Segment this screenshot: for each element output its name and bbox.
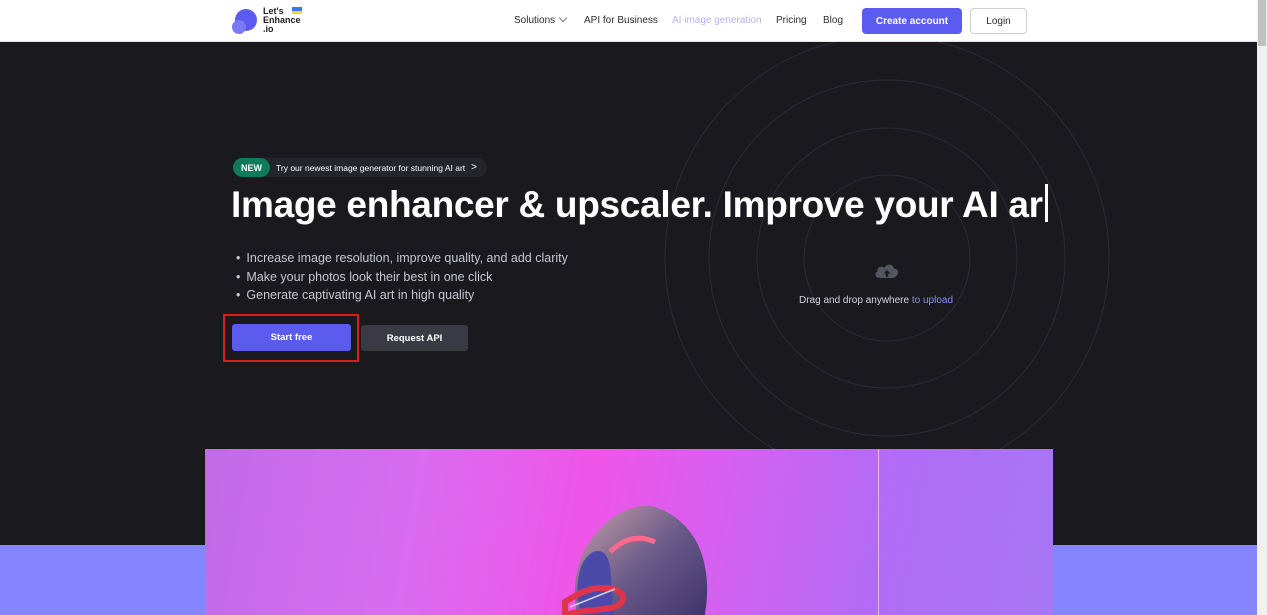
nav-api-for-business[interactable]: API for Business (584, 15, 658, 26)
nav-ai-image-generation[interactable]: AI image generation (672, 15, 762, 26)
feature-item: Increase image resolution, improve quali… (236, 249, 567, 268)
scrollbar-thumb[interactable] (1258, 0, 1266, 46)
highlight-box (223, 314, 359, 362)
portrait-image (562, 505, 708, 615)
hero-title: Image enhancer & upscaler. Improve your … (231, 183, 1048, 227)
logo[interactable]: Let's Enhance .io (231, 6, 311, 36)
request-api-button[interactable]: Request API (361, 325, 468, 351)
feature-item: Generate captivating AI art in high qual… (236, 286, 568, 305)
logo-mark-icon (232, 9, 257, 34)
new-feature-banner[interactable]: NEW Try our newest image generator for s… (233, 158, 487, 177)
ukraine-flag-icon (292, 7, 302, 14)
typing-caret (1044, 184, 1048, 222)
nav-solutions[interactable]: Solutions (514, 13, 568, 26)
feature-item: Make your photos look their best in one … (236, 268, 568, 287)
chevron-down-icon (558, 13, 568, 23)
before-after-preview (205, 449, 1053, 615)
nav-blog[interactable]: Blog (823, 15, 843, 26)
cloud-upload-icon (875, 264, 899, 278)
page-scrollbar[interactable] (1257, 0, 1267, 615)
upload-dropzone-text[interactable]: Drag and drop anywhere to upload (799, 295, 953, 306)
login-button[interactable]: Login (970, 8, 1027, 34)
nav-solutions-label: Solutions (514, 15, 556, 26)
upload-link[interactable]: to upload (912, 295, 953, 306)
chevron-right-icon: > (471, 162, 477, 173)
top-navigation-bar: Let's Enhance .io Solutions API for Busi… (0, 0, 1257, 42)
feature-list: Increase image resolution, improve quali… (236, 249, 568, 305)
create-account-button[interactable]: Create account (862, 8, 962, 34)
upload-text: Drag and drop anywhere (799, 295, 912, 306)
hero-title-text: Image enhancer & upscaler. Improve your … (231, 184, 1043, 225)
new-badge: NEW (233, 158, 270, 177)
nav-pricing[interactable]: Pricing (776, 15, 807, 26)
new-feature-text: Try our newest image generator for stunn… (276, 162, 466, 173)
comparison-divider[interactable] (878, 449, 879, 615)
